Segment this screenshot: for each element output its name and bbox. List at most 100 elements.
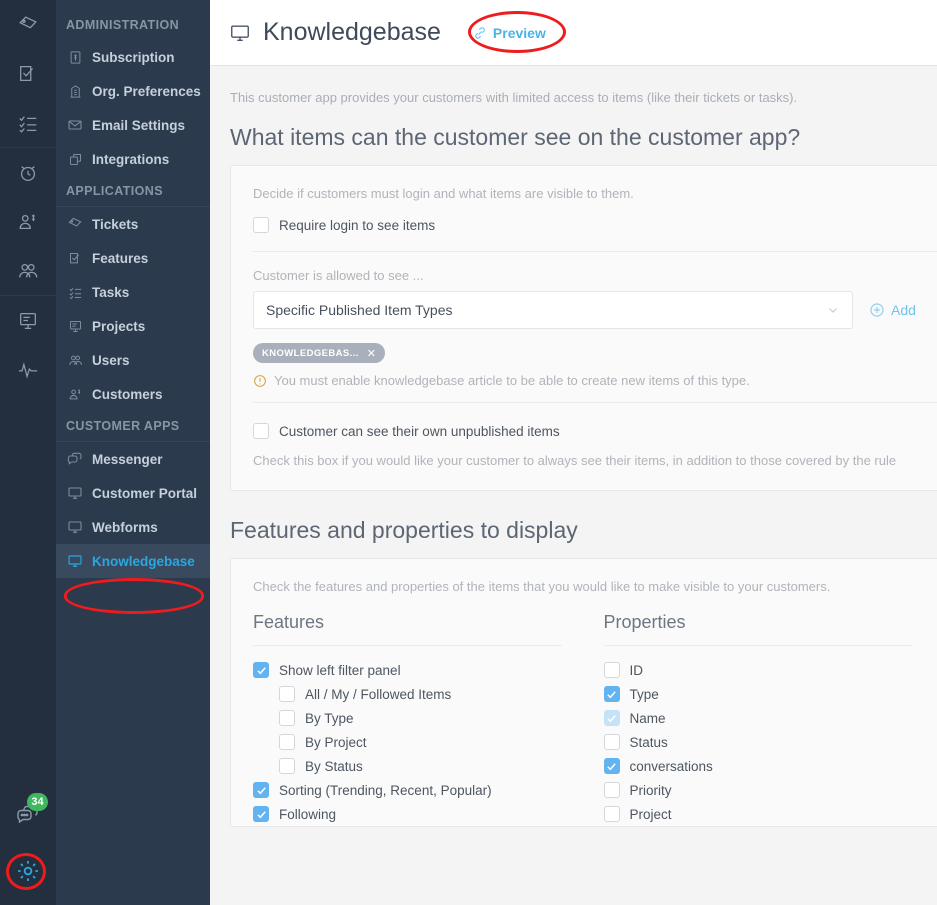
nav-section-administration: ADMINISTRATION [56, 10, 210, 40]
customers-dollar-icon[interactable] [0, 197, 56, 246]
feature-checkbox[interactable] [279, 758, 295, 774]
feature-label: All / My / Followed Items [305, 687, 451, 702]
feature-checkbox[interactable] [279, 686, 295, 702]
sidebar-item-customer-portal[interactable]: Customer Portal [56, 476, 210, 510]
property-checkbox[interactable] [604, 758, 620, 774]
close-icon[interactable]: ✕ [367, 347, 377, 360]
sidebar-item-tickets[interactable]: Tickets [56, 207, 210, 241]
property-checkbox[interactable] [604, 662, 620, 678]
property-row-status[interactable]: Status [604, 730, 937, 754]
plus-circle-icon [869, 302, 885, 318]
settings-rail-button[interactable] [0, 843, 56, 899]
chip-label: KNOWLEDGEBAS... [262, 348, 359, 359]
sidebar-item-users[interactable]: Users [56, 343, 210, 377]
feature-row-all-my-followed[interactable]: All / My / Followed Items [253, 682, 604, 706]
property-label: Status [630, 735, 668, 750]
feature-label: Sorting (Trending, Recent, Popular) [279, 783, 492, 798]
property-row-name: Name [604, 706, 937, 730]
users-group-icon[interactable] [0, 246, 56, 295]
unpublished-hint: Check this box if you would like your cu… [253, 453, 937, 468]
require-login-checkbox[interactable] [253, 217, 269, 233]
sidebar-item-email-settings[interactable]: Email Settings [56, 108, 210, 142]
feature-row-by-status[interactable]: By Status [253, 754, 604, 778]
property-label: Name [630, 711, 666, 726]
property-row-type[interactable]: Type [604, 682, 937, 706]
alarm-clock-icon[interactable] [0, 148, 56, 197]
warning-icon [253, 374, 267, 388]
messenger-unread-badge: 34 [27, 793, 48, 811]
monitor-icon [229, 22, 251, 44]
sidebar-item-knowledgebase[interactable]: Knowledgebase [56, 544, 210, 578]
card-divider [253, 402, 937, 403]
activity-pulse-icon[interactable] [0, 345, 56, 394]
section-title-visibility: What items can the customer see on the c… [210, 105, 937, 165]
property-checkbox[interactable] [604, 806, 620, 822]
unpublished-items-checkbox[interactable] [253, 423, 269, 439]
feature-checkbox[interactable] [279, 734, 295, 750]
sidebar-item-label: Tasks [92, 285, 129, 300]
property-label: Priority [630, 783, 672, 798]
feature-checkbox[interactable] [279, 710, 295, 726]
sidebar-item-label: Email Settings [92, 118, 185, 133]
sidebar-item-integrations[interactable]: Integrations [56, 142, 210, 176]
sidebar-item-subscription[interactable]: Subscription [56, 40, 210, 74]
sidebar-item-org-preferences[interactable]: Org. Preferences [56, 74, 210, 108]
feature-checkbox[interactable] [253, 806, 269, 822]
feature-row-by-project[interactable]: By Project [253, 730, 604, 754]
require-login-label: Require login to see items [279, 218, 435, 233]
page-header: Knowledgebase Preview [210, 0, 937, 66]
preview-link[interactable]: Preview [473, 25, 546, 41]
projects-board-icon[interactable] [0, 296, 56, 345]
property-row-priority[interactable]: Priority [604, 778, 937, 802]
property-row-project[interactable]: Project [604, 802, 937, 826]
card-divider [253, 251, 937, 252]
sidebar-item-projects[interactable]: Projects [56, 309, 210, 343]
ticket-icon[interactable] [0, 0, 56, 49]
sidebar-item-label: Users [92, 353, 130, 368]
nav-section-applications: APPLICATIONS [56, 176, 210, 207]
feature-checkbox[interactable] [253, 662, 269, 678]
add-item-type-button[interactable]: Add [869, 302, 916, 318]
feature-checkbox[interactable] [253, 782, 269, 798]
property-checkbox[interactable] [604, 782, 620, 798]
require-login-checkbox-row[interactable]: Require login to see items [253, 213, 937, 237]
unpublished-checkbox-row[interactable]: Customer can see their own unpublished i… [253, 419, 937, 443]
sidebar-item-features[interactable]: Features [56, 241, 210, 275]
property-checkbox [604, 710, 620, 726]
sidebar-item-webforms[interactable]: Webforms [56, 510, 210, 544]
feature-row-following[interactable]: Following [253, 802, 604, 826]
sidebar-item-label: Integrations [92, 152, 169, 167]
icon-rail: 34 [0, 0, 56, 905]
tasks-list-icon[interactable] [0, 98, 56, 147]
allowed-to-see-label: Customer is allowed to see ... [253, 268, 937, 283]
visibility-card: Decide if customers must login and what … [230, 165, 937, 491]
features-properties-columns: Features Show left filter panel [253, 612, 937, 826]
monitor-icon [66, 484, 84, 502]
selected-item-type-chip[interactable]: KNOWLEDGEBAS... ✕ [253, 343, 385, 363]
item-types-select[interactable]: Specific Published Item Types [253, 291, 853, 329]
feature-row-show-left-filter-panel[interactable]: Show left filter panel [253, 658, 604, 682]
property-checkbox[interactable] [604, 686, 620, 702]
monitor-icon [66, 518, 84, 536]
sidebar-item-tasks[interactable]: Tasks [56, 275, 210, 309]
sidebar-item-customers[interactable]: Customers [56, 377, 210, 411]
annotation-ring-knowledgebase [64, 578, 204, 614]
feature-row-sorting[interactable]: Sorting (Trending, Recent, Popular) [253, 778, 604, 802]
property-row-conversations[interactable]: conversations [604, 754, 937, 778]
link-icon [473, 26, 487, 40]
features-hint: Check the features and properties of the… [253, 579, 937, 594]
property-checkbox[interactable] [604, 734, 620, 750]
property-row-id[interactable]: ID [604, 658, 937, 682]
sidebar-item-messenger[interactable]: Messenger [56, 442, 210, 476]
sidebar-item-label: Customer Portal [92, 486, 197, 501]
property-label: conversations [630, 759, 713, 774]
main-area: Knowledgebase Preview This customer app … [210, 0, 937, 905]
feature-row-by-type[interactable]: By Type [253, 706, 604, 730]
feature-checkbox-icon [66, 249, 84, 267]
properties-column-header: Properties [604, 612, 913, 646]
sidebar-item-label: Features [92, 251, 148, 266]
feature-checkbox-icon[interactable] [0, 49, 56, 98]
messenger-icon [66, 450, 84, 468]
preview-label: Preview [493, 25, 546, 41]
messenger-rail-button[interactable]: 34 [0, 787, 56, 843]
